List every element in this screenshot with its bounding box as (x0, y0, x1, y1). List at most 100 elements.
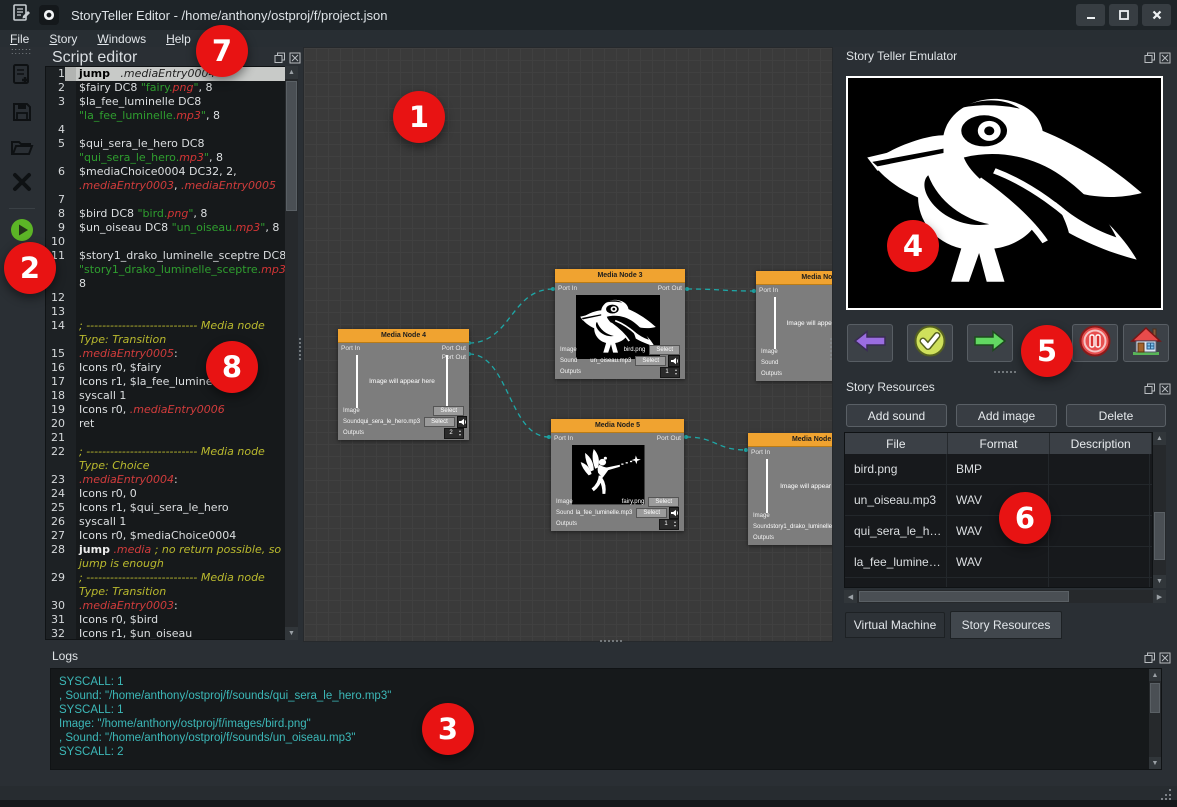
splitter-handle[interactable] (994, 371, 1016, 373)
port-out-label[interactable]: Port Out (657, 435, 681, 442)
column-header-description[interactable]: Description (1050, 433, 1152, 454)
media-node[interactable]: Media Node 6Port InPort OutImage will ap… (748, 433, 833, 545)
scroll-down-arrow[interactable]: ▼ (1149, 757, 1161, 769)
previous-button[interactable] (847, 324, 893, 362)
port-in-label[interactable]: Port In (759, 287, 778, 294)
scroll-left-arrow[interactable]: ◀ (844, 590, 857, 603)
media-node[interactable]: Media Node 5Port InPort OutImagefairy.pn… (551, 419, 684, 531)
port-in-label[interactable]: Port In (341, 345, 360, 352)
close-panel-icon[interactable] (1159, 51, 1171, 69)
scroll-up-arrow[interactable]: ▲ (285, 66, 298, 79)
node-graph-canvas[interactable]: Media Node 4Port InPort OutPort OutImage… (303, 47, 833, 642)
add-image-button[interactable]: Add image (956, 404, 1057, 427)
logs-vertical-scrollbar[interactable]: ▲ ▼ (1149, 669, 1161, 769)
new-document-icon[interactable] (11, 63, 33, 92)
close-panel-icon[interactable] (1159, 651, 1171, 669)
media-node[interactable]: Media Node 4Port InPort OutPort OutImage… (338, 329, 469, 440)
column-header-format[interactable]: Format (948, 433, 1051, 454)
close-panel-icon[interactable] (1159, 382, 1171, 400)
select-sound-button[interactable]: Select (636, 508, 667, 518)
outputs-spinbox[interactable]: 1▴▾ (660, 367, 680, 378)
line-number: 8 (46, 207, 65, 221)
port-in-label[interactable]: Port In (554, 435, 573, 442)
float-panel-icon[interactable] (1144, 382, 1156, 400)
annotation-marker-4: 4 (887, 220, 939, 272)
code-text: "la_fee_luminelle.mp3", 8 (76, 109, 297, 123)
home-button[interactable] (1123, 324, 1169, 362)
maximize-button[interactable] (1109, 4, 1138, 26)
select-image-button[interactable]: Select (649, 345, 680, 355)
table-row[interactable]: fairy.pngBMP (845, 578, 1152, 588)
table-vertical-scrollbar[interactable]: ▲ ▼ (1153, 432, 1166, 588)
spin-arrows[interactable]: ▴▾ (673, 368, 679, 376)
splitter-handle[interactable] (600, 640, 622, 642)
validate-button[interactable] (907, 324, 953, 362)
open-folder-icon[interactable] (10, 137, 34, 162)
port-in-label[interactable]: Port In (558, 285, 577, 292)
table-horizontal-scrollbar[interactable]: ◀ ▶ (844, 590, 1166, 603)
outputs-label: Outputs (761, 371, 787, 377)
scroll-down-arrow[interactable]: ▼ (285, 627, 298, 640)
cell (1049, 578, 1150, 588)
media-node[interactable]: Media NodePort InPort OutImage will appe… (756, 271, 833, 381)
scroll-down-arrow[interactable]: ▼ (1153, 575, 1166, 588)
image-label: Image (753, 513, 779, 519)
titlebar[interactable]: StoryTeller Editor - /home/anthony/ostpr… (0, 0, 1177, 30)
speaker-icon[interactable] (668, 355, 680, 367)
resources-table[interactable]: FileFormatDescriptionbird.pngBMPun_oisea… (844, 432, 1153, 588)
editor-vertical-scrollbar[interactable]: ▲ ▼ (285, 66, 298, 640)
toolbar-drag-handle[interactable]: :::::: (11, 49, 32, 54)
media-node[interactable]: Media Node 3Port InPort OutImagebird.png… (555, 269, 685, 379)
scroll-up-arrow[interactable]: ▲ (1149, 669, 1161, 681)
menu-windows[interactable]: Windows (87, 31, 156, 47)
column-header-file[interactable]: File (845, 433, 948, 454)
outputs-label: Outputs (753, 535, 779, 541)
table-row[interactable]: bird.pngBMP (845, 454, 1152, 485)
cell: fairy.png (845, 578, 947, 588)
float-panel-icon[interactable] (1144, 651, 1156, 669)
next-button[interactable] (967, 324, 1013, 362)
select-sound-button[interactable]: Select (424, 417, 455, 427)
port-in-label[interactable]: Port In (751, 449, 770, 456)
spin-arrows[interactable]: ▴▾ (672, 520, 678, 528)
select-image-button[interactable]: Select (433, 406, 464, 416)
tab-story-resources[interactable]: Story Resources (950, 611, 1062, 639)
line-number (46, 109, 65, 123)
editor-margin (65, 81, 76, 95)
add-sound-button[interactable]: Add sound (846, 404, 947, 427)
close-button[interactable] (1142, 4, 1171, 26)
menu-story[interactable]: Story (39, 31, 87, 47)
menu-file[interactable]: File (0, 31, 39, 47)
code-line: 27Icons r0, $mediaChoice0004 (46, 529, 297, 543)
speaker-icon[interactable] (457, 416, 467, 428)
table-row[interactable]: un_oiseau.mp3WAV (845, 485, 1152, 516)
script-editor[interactable]: 1jump .mediaEntry00042$fairy DC8 "fairy.… (45, 66, 298, 640)
select-image-button[interactable]: Select (648, 497, 679, 507)
port-out-label[interactable]: Port Out (442, 345, 466, 352)
editor-margin (65, 459, 76, 473)
select-sound-button[interactable]: Select (635, 356, 666, 366)
splitter-handle[interactable] (299, 338, 301, 360)
delete-button[interactable]: Delete (1066, 404, 1166, 427)
save-icon[interactable] (11, 101, 33, 128)
pause-button[interactable] (1072, 324, 1118, 362)
logs-output[interactable]: SYSCALL: 1, Sound: "/home/anthony/ostpro… (50, 668, 1162, 770)
port-out-label[interactable]: Port Out (658, 285, 682, 292)
line-number: 27 (46, 529, 65, 543)
resize-grip[interactable] (1159, 788, 1173, 801)
outputs-spinbox[interactable]: 2▴▾ (444, 428, 464, 439)
image-label: Image (761, 349, 787, 355)
scroll-right-arrow[interactable]: ▶ (1153, 590, 1166, 603)
float-panel-icon[interactable] (1144, 51, 1156, 69)
splitter-handle[interactable] (830, 338, 832, 360)
table-row[interactable]: la_fee_lumine…WAV (845, 547, 1152, 578)
menu-help[interactable]: Help (156, 31, 201, 47)
outputs-spinbox[interactable]: 1▴▾ (659, 519, 679, 530)
scroll-up-arrow[interactable]: ▲ (1153, 432, 1166, 445)
tab-virtual-machine[interactable]: Virtual Machine (845, 612, 945, 638)
delete-cross-icon[interactable] (11, 171, 33, 198)
node-title: Media Node 3 (555, 269, 685, 283)
minimize-button[interactable] (1076, 4, 1105, 26)
speaker-icon[interactable] (669, 507, 679, 519)
spin-arrows[interactable]: ▴▾ (457, 429, 463, 437)
